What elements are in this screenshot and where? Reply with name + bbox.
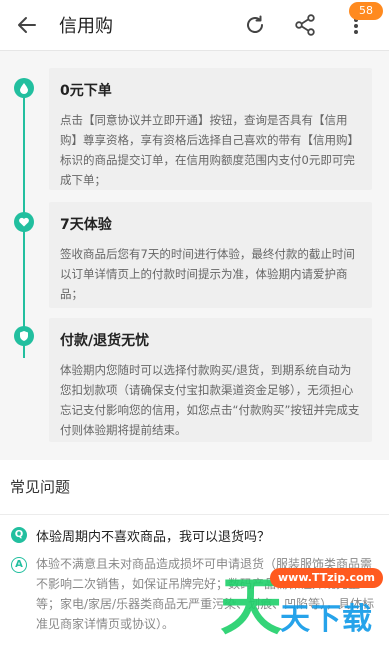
faq-section: 常见问题 Q 体验周期内不喜欢商品，我可以退货吗？ A 体验不满意且未对商品造成…: [0, 460, 389, 649]
step-card: 0元下单 点击【同意协议并立即开通】按钮，查询是否具有【信用购】尊享资格，享有资…: [49, 68, 372, 190]
step-card: 付款/退货无忧 体验期内您随时可以选择付款购买/退货，到期系统自动为您扣划款项（…: [49, 318, 372, 442]
faq-header: 常见问题: [10, 478, 71, 496]
step-card: 7天体验 签收商品后您有7天的时间进行体验，最终付款的截止时间以订单详情页上的付…: [49, 202, 372, 308]
heart-icon: [14, 212, 34, 232]
back-arrow-icon: [18, 17, 36, 33]
faq-answer: 体验不满意且未对商品造成损坏可申请退货（服装服饰类商品需不影响二次销售，如保证吊…: [36, 557, 375, 631]
refresh-button[interactable]: [242, 12, 268, 38]
share-icon: [295, 14, 315, 36]
step-title: 0元下单: [60, 83, 112, 99]
step-description: 签收商品后您有7天的时间进行体验，最终付款的截止时间以订单详情页上的付款时间提示…: [60, 247, 355, 301]
question-mark-icon: Q: [11, 527, 27, 543]
drop-icon: [14, 78, 34, 98]
step-title: 7天体验: [60, 217, 112, 233]
answer-mark-icon: A: [11, 557, 27, 573]
page-title: 信用购: [59, 16, 113, 37]
top-app-bar: 信用购 58: [0, 0, 389, 51]
divider: [0, 514, 389, 515]
faq-question[interactable]: 体验周期内不喜欢商品，我可以退货吗？: [36, 526, 270, 545]
back-button[interactable]: [14, 12, 40, 38]
refresh-icon: [247, 15, 263, 33]
step-description: 体验期内您随时可以选择付款购买/退货，到期系统自动为您扣划款项（请确保支付宝扣款…: [60, 363, 360, 437]
notification-badge: 58: [349, 2, 383, 20]
shield-icon: [14, 326, 34, 346]
step-description: 点击【同意协议并立即开通】按钮，查询是否具有【信用购】尊享资格，享有资格后选择自…: [60, 113, 359, 187]
step-title: 付款/退货无忧: [60, 333, 150, 349]
steps-timeline: 0元下单 点击【同意协议并立即开通】按钮，查询是否具有【信用购】尊享资格，享有资…: [0, 52, 389, 442]
share-button[interactable]: [292, 12, 318, 38]
